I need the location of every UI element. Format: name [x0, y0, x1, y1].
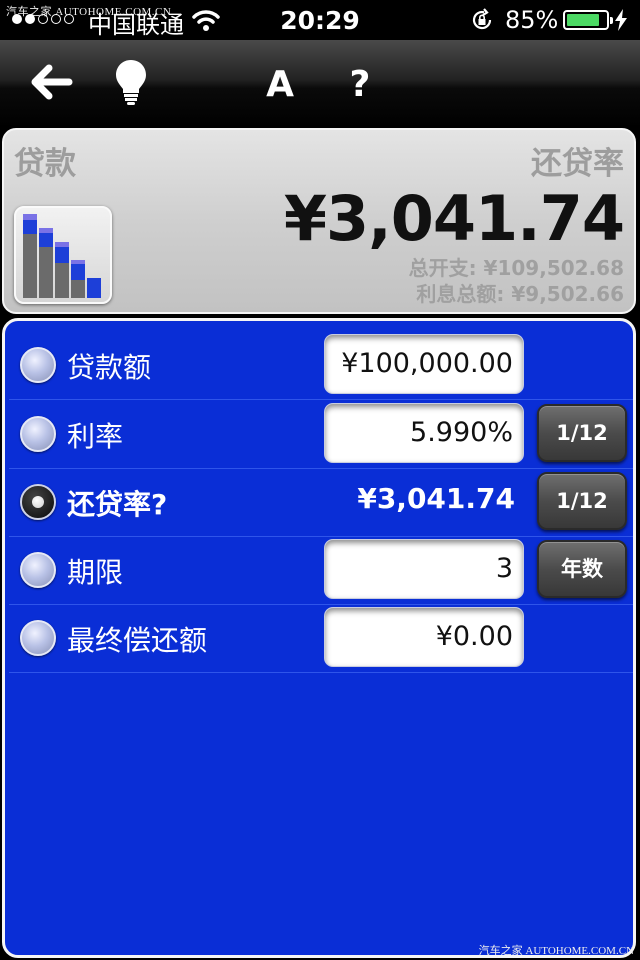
- term-radio[interactable]: [20, 552, 56, 588]
- total-interest: 利息总额: ¥9,502.66: [416, 282, 624, 306]
- payment-unit-button[interactable]: 1/12: [537, 472, 627, 530]
- row-interest-rate: 利率 5.990% 1/12: [9, 400, 633, 469]
- row-term: 期限 3 年数: [9, 536, 633, 605]
- summary-panel: 贷款 还贷率 ¥3,041.74 总开支: ¥109,502.68 利息总额: …: [2, 128, 636, 314]
- total-cost: 总开支: ¥109,502.68: [408, 256, 624, 280]
- loan-amount-radio[interactable]: [20, 347, 56, 383]
- payment-label: 还贷率?: [67, 488, 168, 521]
- term-label: 期限: [67, 556, 124, 589]
- arrow-left-icon: [29, 64, 73, 104]
- loan-amount-label: 贷款额: [67, 351, 152, 384]
- battery-icon: [563, 10, 613, 30]
- row-payment: 还贷率? ¥3,041.74 1/12: [9, 468, 633, 537]
- row-balloon-payment: 最终偿还额 ¥0.00: [9, 604, 633, 673]
- back-button[interactable]: [24, 56, 78, 112]
- interest-rate-field[interactable]: 5.990%: [325, 404, 523, 462]
- watermark-bottom: 汽车之家 AUTOHOME.COM.CN: [478, 945, 634, 957]
- charging-icon: [614, 9, 628, 35]
- loan-input-panel: 贷款额 ¥100,000.00 利率 5.990% 1/12 还贷率? ¥3,0…: [2, 318, 636, 958]
- balloon-payment-label: 最终偿还额: [67, 624, 208, 657]
- help-button[interactable]: ?: [332, 56, 388, 112]
- interest-rate-unit-button[interactable]: 1/12: [537, 404, 627, 462]
- rotation-lock-icon: [470, 8, 494, 36]
- payment-rate-title: 还贷率: [531, 146, 624, 182]
- lightbulb-icon: [114, 58, 148, 110]
- interest-rate-radio[interactable]: [20, 416, 56, 452]
- payment-amount: ¥3,041.74: [283, 182, 625, 255]
- balloon-payment-field[interactable]: ¥0.00: [325, 608, 523, 666]
- row-loan-amount: 贷款额 ¥100,000.00: [9, 331, 633, 400]
- tips-button[interactable]: [106, 56, 156, 112]
- loan-title: 贷款: [14, 146, 76, 182]
- term-field[interactable]: 3: [325, 540, 523, 598]
- battery-percent: 85%: [505, 6, 559, 34]
- balloon-payment-radio[interactable]: [20, 620, 56, 656]
- term-unit-button[interactable]: 年数: [537, 540, 627, 598]
- amortization-chart-button[interactable]: [14, 206, 112, 304]
- loan-amount-field[interactable]: ¥100,000.00: [325, 335, 523, 393]
- interest-rate-label: 利率: [67, 420, 124, 453]
- payment-value: ¥3,041.74: [357, 482, 515, 515]
- toolbar: A ?: [0, 40, 640, 128]
- status-bar: 汽车之家 AUTOHOME.COM.CN 中国联通 20:29 85%: [0, 0, 640, 40]
- font-size-button[interactable]: A: [252, 56, 308, 112]
- payment-radio[interactable]: [20, 484, 56, 520]
